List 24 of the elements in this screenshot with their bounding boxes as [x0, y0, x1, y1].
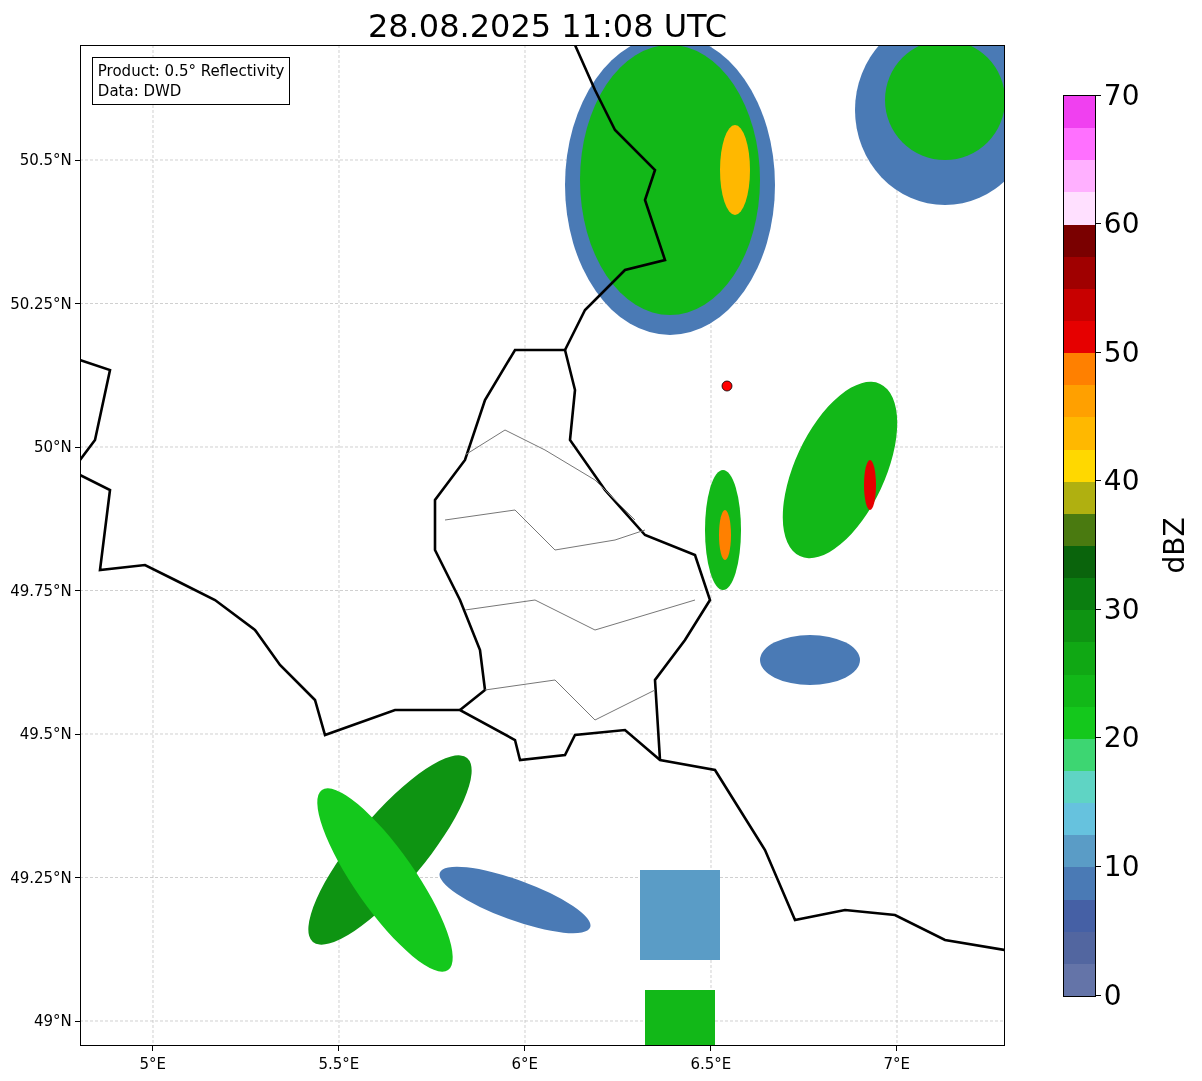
scale-label: 20: [1103, 721, 1140, 755]
info-text: Data: DWD: [97, 81, 183, 101]
scale-label: 0: [1103, 978, 1122, 1012]
longitude-label: 7°E: [883, 1055, 911, 1073]
unit-label: dBZ: [1157, 516, 1191, 574]
scale-label: 70: [1103, 78, 1140, 112]
scale-label: 60: [1103, 207, 1140, 241]
scale-label: 10: [1103, 849, 1140, 883]
latitude-label: 50°N: [34, 438, 72, 456]
plot-title: 28.08.2025 11:08 UTC: [366, 6, 729, 45]
latitude-label: 49.75°N: [10, 581, 72, 600]
latitude-label: 49.5°N: [19, 725, 72, 743]
scale-label: 40: [1103, 464, 1140, 498]
longitude-label: 5°E: [139, 1055, 167, 1073]
longitude-label: 6°E: [511, 1055, 539, 1073]
latitude-label: 50.25°N: [10, 294, 72, 313]
info-text: Product: 0.5° Reflectivity: [97, 61, 285, 81]
latitude-label: 49°N: [34, 1012, 72, 1030]
longitude-label: 6.5°E: [690, 1055, 732, 1073]
latitude-label: 50.5°N: [19, 151, 72, 169]
scale-label: 50: [1103, 335, 1140, 369]
latitude-label: 49.25°N: [10, 868, 72, 887]
scale-label: 30: [1103, 592, 1140, 626]
longitude-label: 5.5°E: [318, 1055, 360, 1073]
